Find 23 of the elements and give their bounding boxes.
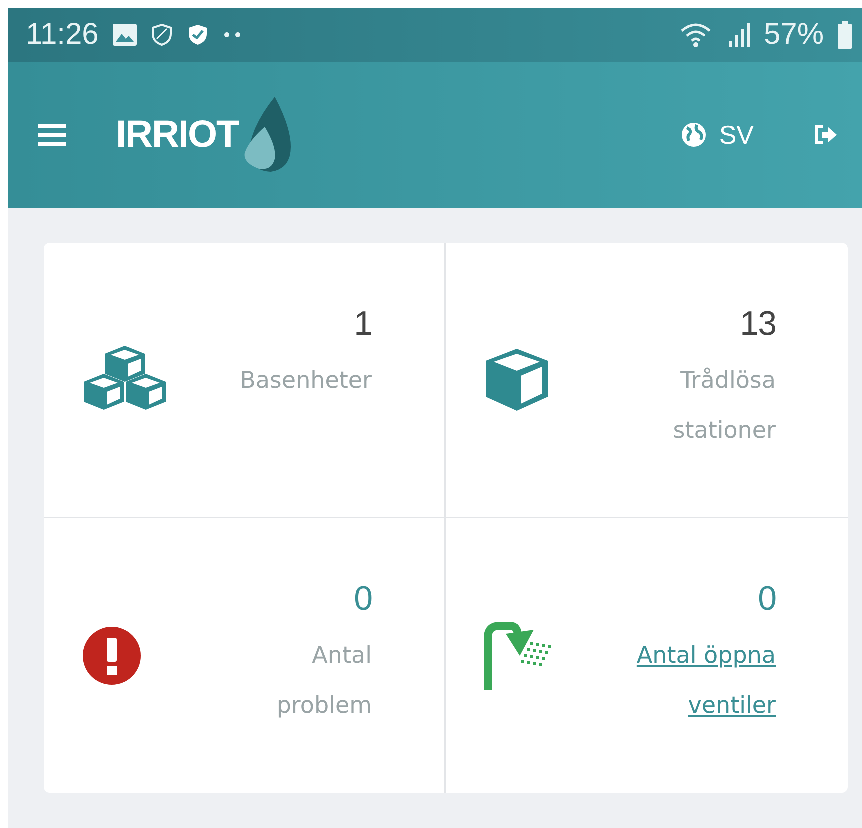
status-time: 11:26	[26, 18, 99, 52]
shield-outline-icon	[150, 23, 173, 47]
stat-label: Trådlösa stationer	[672, 366, 776, 446]
language-selector[interactable]: SV	[719, 120, 754, 150]
menu-icon[interactable]	[38, 124, 66, 146]
stat-value: 0	[354, 580, 372, 619]
alert-icon	[82, 626, 142, 686]
image-icon	[112, 24, 137, 46]
stat-link[interactable]: Antal öppna ventiler	[586, 631, 776, 731]
stat-label: Antal problem	[276, 642, 372, 721]
battery-icon	[838, 21, 852, 49]
stat-label: Basenheter	[240, 367, 372, 396]
shield-check-icon	[186, 23, 209, 47]
signal-icon	[728, 23, 750, 47]
logout-icon[interactable]	[814, 124, 838, 146]
stat-value: 13	[740, 305, 776, 344]
cube-icon	[484, 347, 550, 413]
battery-percent: 57%	[764, 18, 824, 52]
stat-value: 0	[758, 580, 776, 619]
stat-value: 1	[354, 305, 372, 344]
globe-icon[interactable]	[681, 122, 708, 148]
dots-icon	[222, 32, 243, 38]
logo-text: IRRIOT	[116, 114, 239, 156]
